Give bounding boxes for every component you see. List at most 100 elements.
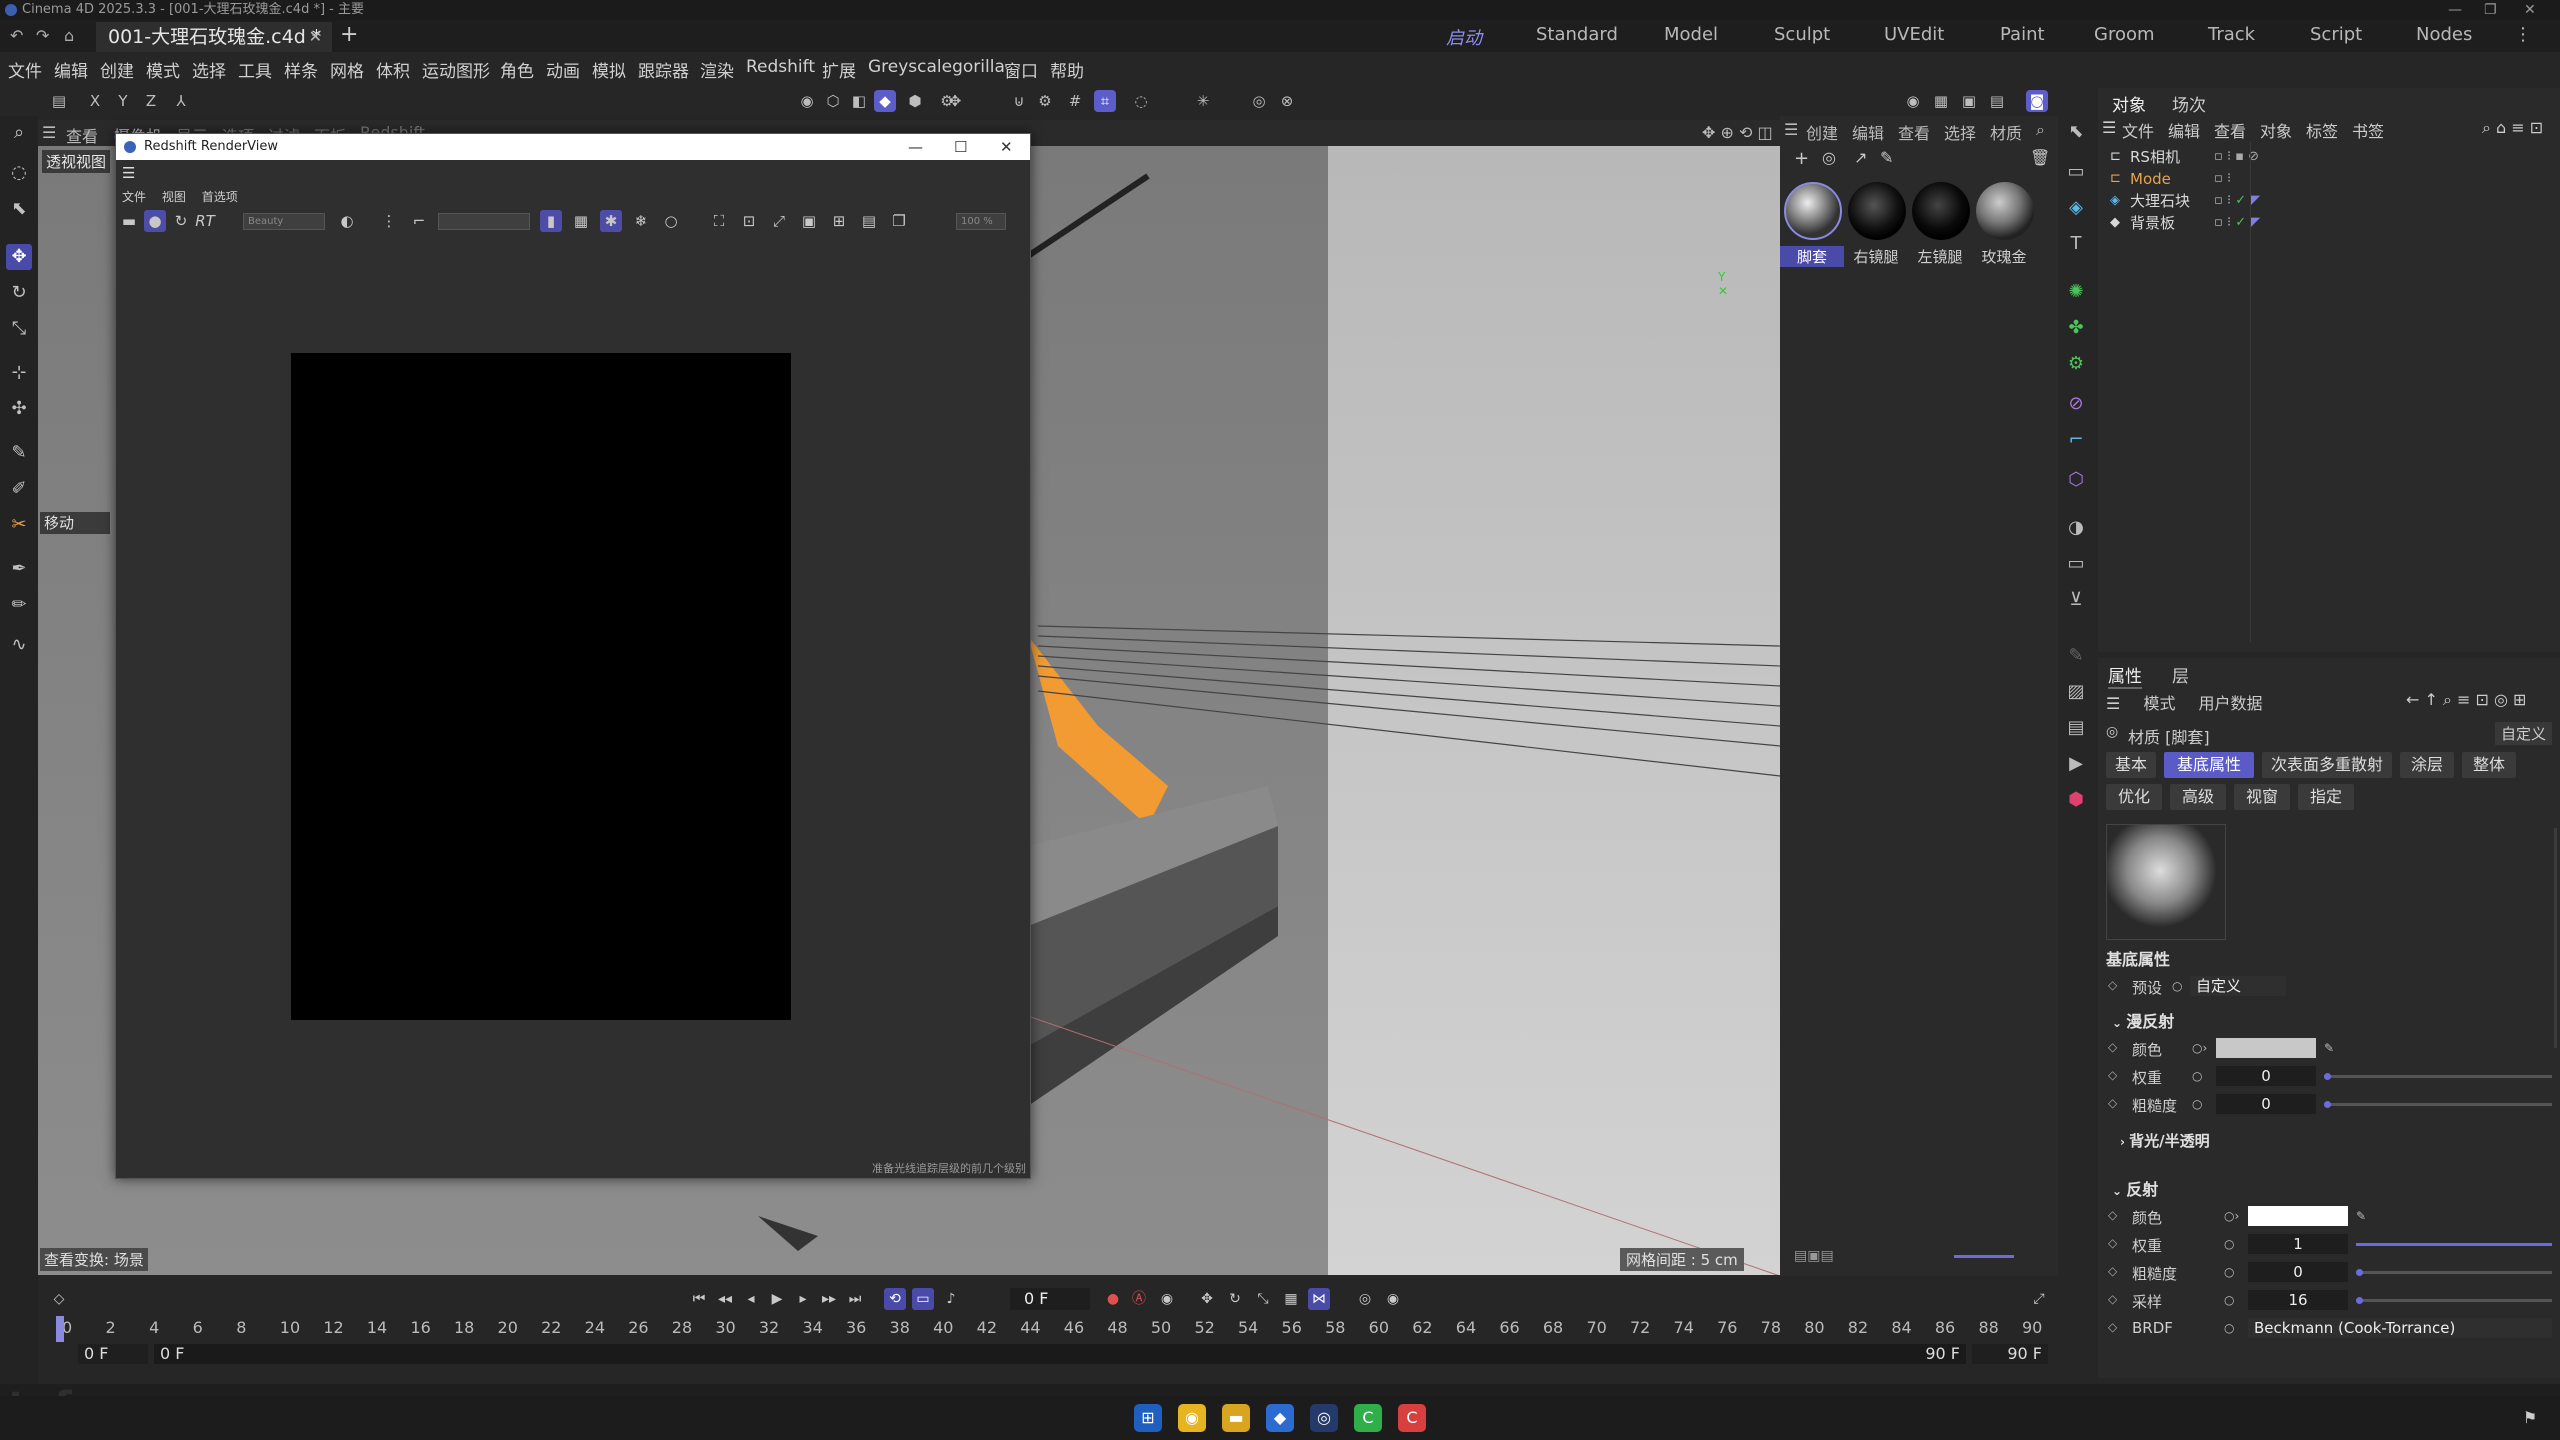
renderview-menu-view[interactable]: 视图: [162, 190, 186, 204]
notification-icon[interactable]: ⚑: [2516, 1404, 2544, 1432]
axis-y-lock[interactable]: Y: [112, 90, 134, 112]
eyedropper-icon[interactable]: ✎: [1880, 148, 1893, 167]
tab-advanced[interactable]: 高级: [2170, 784, 2226, 810]
grid-snap-icon[interactable]: #: [1064, 90, 1086, 112]
diffuse-weight-slider[interactable]: [2324, 1073, 2552, 1080]
object-menu-tags[interactable]: 标签: [2306, 118, 2338, 142]
reflection-weight-field[interactable]: 1: [2248, 1234, 2348, 1254]
menu-character[interactable]: 角色: [500, 57, 534, 82]
menu-mesh[interactable]: 网格: [330, 57, 364, 82]
circle-icon[interactable]: ○: [660, 210, 682, 232]
reflection-weight-slider[interactable]: [2356, 1243, 2552, 1246]
aov-dropdown[interactable]: Beauty: [243, 213, 325, 230]
color-mode-icon[interactable]: ◐: [336, 210, 358, 232]
magnet-settings-icon[interactable]: ⚙: [1034, 90, 1056, 112]
motion-record-icon[interactable]: ◎: [1354, 1288, 1376, 1310]
add-snapshot-icon[interactable]: ⊞: [828, 210, 850, 232]
layout-tab-track[interactable]: Track: [2208, 24, 2255, 45]
tab-objects[interactable]: 对象: [2112, 91, 2146, 116]
next-key-icon[interactable]: ▸▸: [818, 1288, 840, 1310]
restore-icon[interactable]: ❐: [2484, 0, 2497, 20]
menu-tools[interactable]: 工具: [238, 57, 272, 82]
text-icon[interactable]: T: [2064, 232, 2088, 256]
close-icon[interactable]: ✕: [2524, 0, 2536, 20]
save-image-icon[interactable]: ▤: [858, 210, 880, 232]
menu-spline[interactable]: 样条: [284, 57, 318, 82]
keyframe-dot-icon[interactable]: ◇: [2108, 1068, 2117, 1082]
coordinate-system-icon[interactable]: ⅄: [170, 90, 192, 112]
model-mode-icon[interactable]: ◉: [796, 90, 818, 112]
object-row-backdrop[interactable]: ◆ 背景板 ▫ ⁝ ✓ ◤: [2106, 212, 2546, 234]
object-row-rs-camera[interactable]: ⊏ RS相机 ▫ ⁝ ▪ ⊘: [2106, 146, 2546, 168]
object-menu-view[interactable]: 查看: [2214, 118, 2246, 142]
material-name-right-temple[interactable]: 右镜腿: [1844, 246, 1908, 267]
reflection-samples-field[interactable]: 16: [2248, 1290, 2348, 1310]
spline-tool-icon[interactable]: ∿: [6, 632, 32, 658]
image-icon[interactable]: ▨: [2064, 680, 2088, 704]
attribute-menu-mode[interactable]: 模式: [2143, 694, 2175, 713]
tab-takes[interactable]: 场次: [2172, 91, 2206, 116]
rotate-tool-icon[interactable]: ↻: [6, 280, 32, 306]
menu-redshift[interactable]: Redshift: [746, 57, 815, 77]
redshift-ipr-icon[interactable]: ◙: [2026, 90, 2048, 112]
render-queue-icon[interactable]: ⊗: [1276, 90, 1298, 112]
tab-optimize[interactable]: 优化: [2106, 784, 2162, 810]
zoom-field[interactable]: 100 %: [956, 213, 1006, 230]
diffuse-color-swatch[interactable]: [2216, 1038, 2316, 1058]
keyframe-dot-icon[interactable]: ◇: [2108, 1292, 2117, 1306]
material-name-jiaotao[interactable]: 脚套: [1780, 246, 1844, 267]
generator-icon[interactable]: ✺: [2064, 280, 2088, 304]
tab-coating[interactable]: 涂层: [2400, 752, 2454, 778]
viewport-menu-icon[interactable]: ☰: [42, 123, 56, 142]
undo-icon[interactable]: ↶: [10, 26, 23, 45]
transform-tool-icon[interactable]: ⊹: [6, 360, 32, 386]
render-view-icon[interactable]: ◉: [1902, 90, 1924, 112]
material-swatch-left-temple[interactable]: [1912, 182, 1970, 240]
tab-base-properties[interactable]: 基底属性: [2164, 752, 2254, 778]
move-tool-icon[interactable]: ✥: [6, 244, 32, 270]
menu-greyscalegorilla[interactable]: Greyscalegorilla: [868, 57, 1005, 77]
ipr-start-icon[interactable]: ●: [144, 210, 166, 232]
cinema4d-taskbar-icon[interactable]: ◎: [1310, 1404, 1338, 1432]
current-frame-field[interactable]: 0 F: [1010, 1288, 1090, 1310]
file-explorer-icon[interactable]: ▬: [1222, 1404, 1250, 1432]
render-to-picture-icon[interactable]: ▤: [1986, 90, 2008, 112]
keyframe-selection-icon[interactable]: ◉: [1156, 1288, 1178, 1310]
crop-icon[interactable]: ⌐: [408, 210, 430, 232]
sound-icon[interactable]: ♪: [940, 1288, 962, 1310]
spline-pen-icon[interactable]: ✎: [6, 440, 32, 466]
save-icon[interactable]: ▤: [48, 90, 70, 112]
material-swatch-jiaotao[interactable]: [1784, 182, 1842, 240]
keyframe-dot-icon[interactable]: ◇: [2108, 1320, 2117, 1334]
close-tab-icon[interactable]: ✕: [309, 22, 322, 52]
layout-tab-paint[interactable]: Paint: [2000, 24, 2045, 45]
layout-tab-sculpt[interactable]: Sculpt: [1774, 24, 1830, 45]
brdf-dropdown[interactable]: Beckmann (Cook-Torrance): [2248, 1318, 2552, 1338]
home-icon[interactable]: ⌂: [64, 26, 74, 45]
diffuse-roughness-field[interactable]: 0: [2216, 1094, 2316, 1114]
play-icon[interactable]: ▶: [2064, 752, 2088, 776]
timeline-expand-icon[interactable]: ⤢: [2028, 1288, 2050, 1310]
renderview-title-bar[interactable]: Redshift RenderView — ☐ ✕: [116, 134, 1030, 160]
axis-icon[interactable]: ✥: [944, 90, 966, 112]
light-icon[interactable]: ⊻: [2064, 588, 2088, 612]
keyframe-dot-icon[interactable]: ◇: [2108, 1040, 2117, 1054]
pla-key-icon[interactable]: ⋈: [1308, 1288, 1330, 1310]
prev-key-icon[interactable]: ◂◂: [714, 1288, 736, 1310]
camera-dropdown[interactable]: [438, 213, 530, 230]
volume-icon[interactable]: ⬡: [2064, 468, 2088, 492]
menu-select[interactable]: 选择: [192, 57, 226, 82]
menu-extensions[interactable]: 扩展: [822, 57, 856, 82]
animate-icon[interactable]: ○: [2224, 1321, 2234, 1335]
tab-overall[interactable]: 整体: [2462, 752, 2516, 778]
spline-sketch-icon[interactable]: ✐: [6, 476, 32, 502]
layout-tab-groom[interactable]: Groom: [2094, 24, 2155, 45]
axis-z-lock[interactable]: Z: [140, 90, 162, 112]
document-tab[interactable]: 001-大理石玫瑰金.c4d * ✕: [96, 22, 332, 52]
animate-icon[interactable]: ○: [2224, 1293, 2234, 1307]
attribute-menu-userdata[interactable]: 用户数据: [2199, 694, 2263, 713]
live-selection-icon[interactable]: ◌: [6, 160, 32, 186]
keyframe-dot-icon[interactable]: ◇: [2108, 1096, 2117, 1110]
position-key-icon[interactable]: ✥: [1196, 1288, 1218, 1310]
animate-icon[interactable]: ○›: [2224, 1209, 2239, 1223]
